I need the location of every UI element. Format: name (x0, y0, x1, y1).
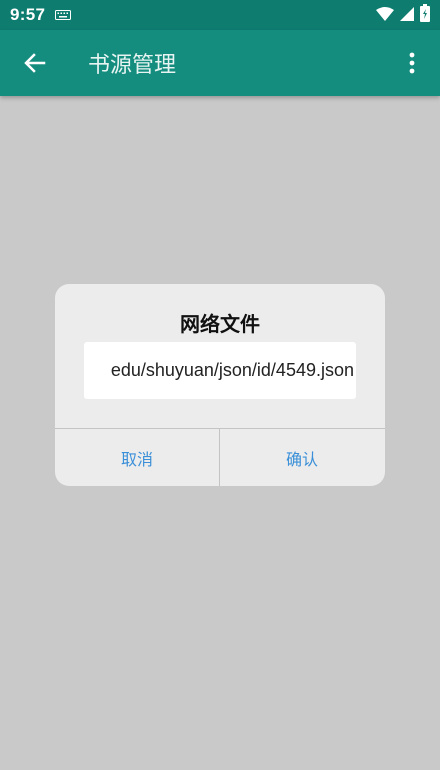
battery-charging-icon (420, 4, 430, 26)
dialog-title: 网络文件 (180, 312, 260, 336)
confirm-button[interactable]: 确认 (220, 429, 384, 486)
status-icons (376, 4, 430, 26)
more-vertical-icon[interactable] (400, 48, 424, 78)
url-input-value[interactable]: edu/shuyuan/json/id/4549.json (111, 360, 354, 381)
cancel-button[interactable]: 取消 (55, 429, 219, 486)
app-toolbar: 书源管理 (0, 30, 440, 96)
status-bar: 9:57 (0, 0, 440, 30)
wifi-icon (376, 6, 394, 25)
page-title: 书源管理 (88, 53, 177, 78)
signal-icon (400, 6, 414, 25)
keyboard-icon (55, 10, 72, 20)
arrow-left-icon[interactable] (20, 48, 50, 78)
network-file-dialog: 网络文件 edu/shuyuan/json/id/4549.json 取消 确认 (55, 284, 385, 486)
status-time: 9:57 (10, 5, 46, 24)
url-input[interactable]: edu/shuyuan/json/id/4549.json (84, 342, 356, 399)
